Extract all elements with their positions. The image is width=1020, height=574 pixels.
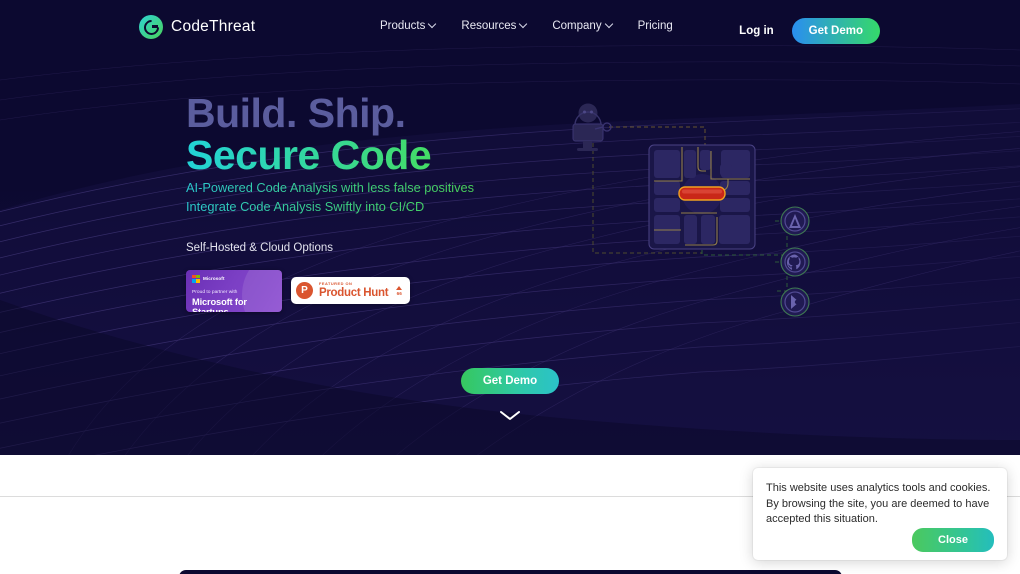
hero-self-hosted-note: Self-Hosted & Cloud Options: [186, 241, 334, 254]
nav-label: Pricing: [637, 20, 673, 32]
get-demo-button-nav[interactable]: Get Demo: [791, 18, 880, 44]
nav-item-pricing[interactable]: Pricing: [638, 20, 673, 32]
cookie-message: This website uses analytics tools and co…: [766, 482, 991, 526]
nav-item-company[interactable]: Company: [552, 20, 612, 32]
nav-label: Resources: [461, 20, 517, 32]
product-hunt-featured-label: FEATURED ON: [319, 281, 353, 287]
hero-subtitle-line2: Integrate Code Analysis Swiftly into CI/…: [186, 199, 474, 216]
integration-icons: [780, 206, 810, 317]
hero-illustration: [572, 103, 810, 317]
cookie-close-button[interactable]: Close: [912, 527, 994, 552]
product-hunt-vote-count: 66: [396, 290, 402, 296]
codethreat-logo-icon: [139, 15, 163, 39]
dark-feature-panel: [179, 570, 842, 574]
hero-headline-line1: Build. Ship.: [186, 90, 406, 136]
nav-actions: Log in Get Demo: [739, 18, 880, 44]
chevron-down-icon: [606, 21, 613, 28]
vulnerability-highlight-icon: [678, 186, 726, 201]
cookie-consent-banner: This website uses analytics tools and co…: [753, 468, 1007, 560]
hero-cta-group: Get Demo: [0, 368, 1020, 421]
get-demo-button-hero[interactable]: Get Demo: [460, 368, 560, 394]
microsoft-logo: Microsoft: [192, 274, 225, 283]
product-hunt-badge[interactable]: P FEATURED ON Product Hunt 66: [291, 277, 411, 305]
microsoft-for-startups-badge[interactable]: Microsoft Proud to partner with Microsof…: [186, 269, 282, 312]
product-hunt-name: Product Hunt: [319, 286, 389, 299]
upvote-arrow-icon: [396, 285, 403, 290]
git-icon: [780, 287, 810, 317]
nav-item-products[interactable]: Products: [380, 20, 436, 32]
microsoft-wordmark: Microsoft: [203, 276, 225, 282]
microsoft-badge-pretext: Proud to partner with: [192, 289, 238, 295]
microsoft-squares-icon: [192, 274, 200, 283]
login-link[interactable]: Log in: [739, 25, 774, 37]
nav-item-resources[interactable]: Resources: [461, 20, 527, 32]
azure-devops-icon: [780, 206, 810, 236]
developer-at-desk-icon: [572, 103, 612, 151]
hero-copy: Build. Ship. Secure Code AI-Powered Code…: [186, 90, 475, 312]
product-hunt-text: FEATURED ON Product Hunt: [319, 281, 389, 299]
product-hunt-upvote: 66: [396, 285, 403, 296]
chevron-down-icon[interactable]: [499, 410, 521, 421]
top-navigation: CodeThreat Products Resources Company Pr…: [0, 0, 1020, 56]
github-icon: [780, 247, 810, 277]
hero-subtitle-line1: AI-Powered Code Analysis with less false…: [186, 179, 475, 195]
partner-badges: Microsoft Proud to partner with Microsof…: [186, 269, 474, 312]
microsoft-badge-main: Microsoft for Startups: [192, 296, 247, 312]
cookie-actions: Close: [766, 527, 994, 552]
hero-headline-line2: Secure Code: [186, 133, 474, 177]
nav-label: Products: [380, 20, 426, 32]
brand-name: CodeThreat: [171, 18, 256, 35]
chevron-down-icon: [429, 21, 436, 28]
code-blocks-grid-icon: [648, 144, 756, 250]
nav-links: Products Resources Company Pricing: [380, 20, 673, 32]
chevron-down-icon: [520, 21, 527, 28]
product-hunt-icon: P: [296, 282, 313, 300]
brand-logo[interactable]: CodeThreat: [139, 15, 255, 39]
nav-label: Company: [552, 20, 602, 32]
hero-section: CodeThreat Products Resources Company Pr…: [0, 0, 1020, 455]
